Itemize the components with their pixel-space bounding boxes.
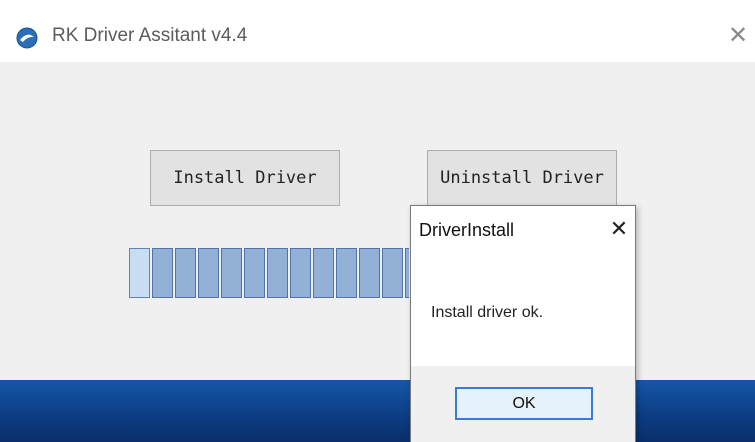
- progress-segment: [221, 248, 242, 298]
- install-driver-button[interactable]: Install Driver: [150, 150, 340, 206]
- progress-bar: [129, 248, 409, 298]
- dialog-message: Install driver ok.: [431, 304, 544, 321]
- progress-segment: [405, 248, 409, 298]
- client-area: Install Driver Uninstall Driver: [0, 62, 755, 380]
- title-bar: RK Driver Assitant v4.4 ✕: [0, 0, 755, 62]
- progress-segment: [198, 248, 219, 298]
- app-icon: [16, 27, 38, 49]
- dialog-title: DriverInstall: [419, 220, 515, 240]
- progress-segment: [244, 248, 265, 298]
- progress-segment: [313, 248, 334, 298]
- progress-segment: [152, 248, 173, 298]
- driver-install-dialog: DriverInstall ✕ Install driver ok. OK: [410, 205, 636, 442]
- progress-segment: [175, 248, 196, 298]
- progress-segment: [267, 248, 288, 298]
- ok-button[interactable]: OK: [455, 387, 593, 420]
- progress-segment: [336, 248, 357, 298]
- progress-segment: [290, 248, 311, 298]
- close-icon[interactable]: ✕: [725, 22, 751, 48]
- window-title: RK Driver Assitant v4.4: [52, 25, 248, 46]
- dialog-footer: OK: [411, 366, 635, 442]
- desktop-background: [0, 380, 755, 442]
- progress-segment: [359, 248, 380, 298]
- main-window: RK Driver Assitant v4.4 ✕ Install Driver…: [0, 0, 755, 380]
- uninstall-driver-button[interactable]: Uninstall Driver: [427, 150, 617, 206]
- dialog-close-icon[interactable]: ✕: [607, 218, 631, 242]
- progress-segment: [129, 248, 150, 298]
- progress-segment: [382, 248, 403, 298]
